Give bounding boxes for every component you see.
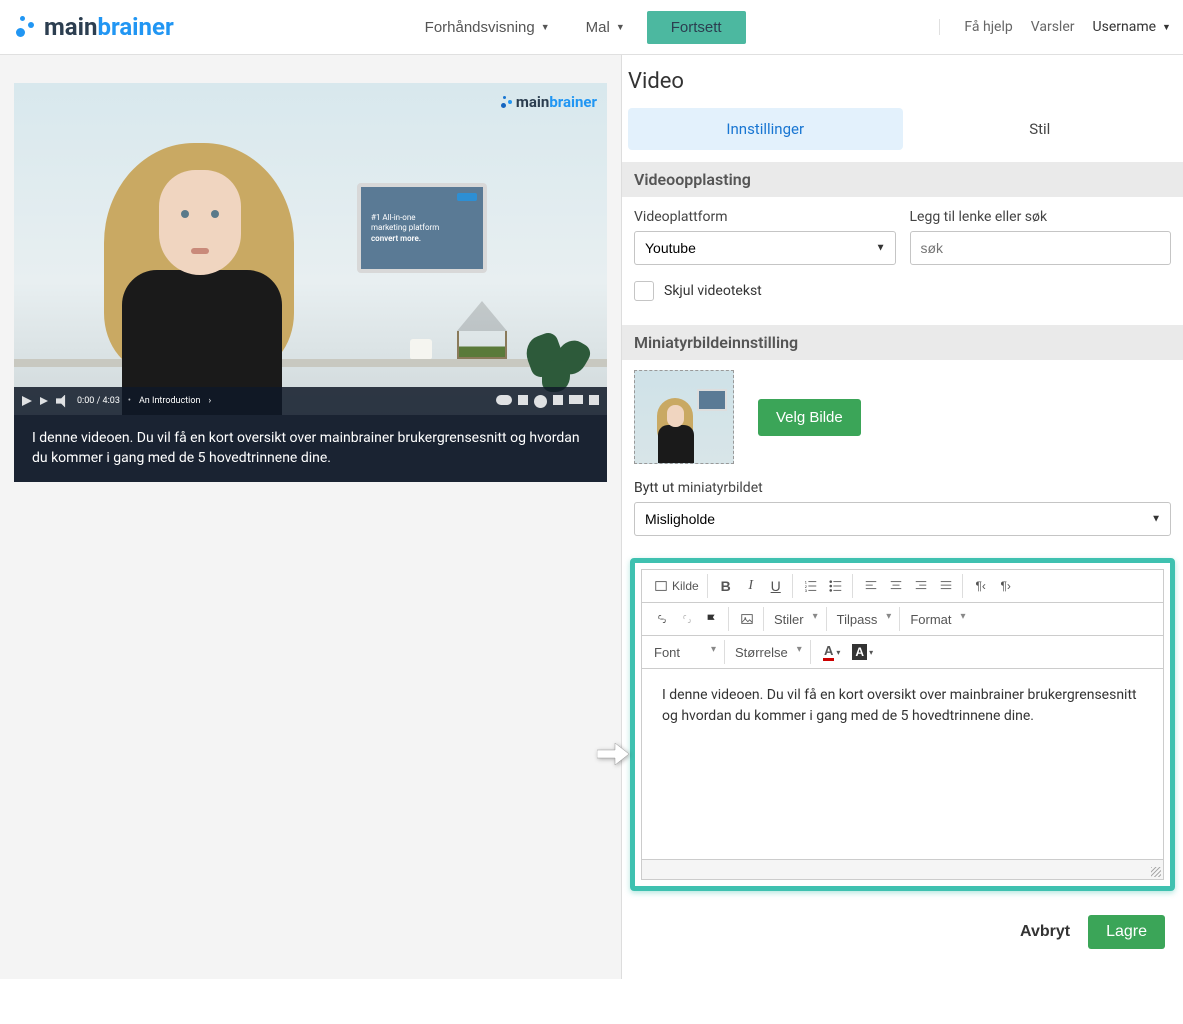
section-upload-header: Videoopplasting xyxy=(622,162,1183,197)
alerts-link[interactable]: Varsler xyxy=(1031,19,1075,35)
rtl-icon[interactable]: ¶› xyxy=(994,574,1018,598)
styles-select[interactable]: Stiler xyxy=(770,607,822,631)
arrow-right-icon xyxy=(597,743,629,769)
monitor-graphic: #1 All-in-onemarketing platformconvert m… xyxy=(357,183,487,273)
theater-icon[interactable] xyxy=(569,395,583,404)
font-select[interactable]: Font xyxy=(650,640,720,664)
ltr-icon[interactable]: ¶‹ xyxy=(969,574,993,598)
action-row: Avbryt Lagre xyxy=(622,901,1183,979)
logo-dots-icon xyxy=(12,14,38,40)
continue-button[interactable]: Fortsett xyxy=(647,11,746,44)
preview-dropdown[interactable]: Forhåndsvisning▼ xyxy=(411,11,564,44)
platform-select[interactable]: Youtube xyxy=(634,231,896,265)
flag-icon[interactable] xyxy=(700,607,724,631)
panel-tabs: Innstillinger Stil xyxy=(622,108,1183,150)
cc-icon[interactable] xyxy=(518,395,528,405)
editor-toolbar-row1: Kilde B I U 123 xyxy=(642,570,1163,603)
video-time: 0:00 / 4:03 xyxy=(77,396,120,406)
replace-thumb-label: Bytt ut miniatyrbildet xyxy=(634,480,1171,496)
volume-icon[interactable] xyxy=(56,395,69,408)
logo: mainbrainer xyxy=(12,13,174,41)
editor-toolbar-row2: Stiler Tilpass Format xyxy=(642,603,1163,636)
replace-thumb-select[interactable]: Misligholde xyxy=(634,502,1171,536)
template-dropdown[interactable]: Mal▼ xyxy=(572,11,639,44)
choose-image-button[interactable]: Velg Bilde xyxy=(758,399,861,436)
text-color-icon[interactable]: A▾ xyxy=(817,640,847,664)
svg-text:3: 3 xyxy=(805,589,807,593)
video-controls: 0:00 / 4:03 • An Introduction › xyxy=(14,387,607,415)
editor-content[interactable]: I denne videoen. Du vil få en kort overs… xyxy=(642,669,1163,859)
chevron-down-icon: ▼ xyxy=(541,22,550,32)
fullscreen-icon[interactable] xyxy=(589,395,599,405)
save-button[interactable]: Lagre xyxy=(1088,915,1165,949)
bullet-list-icon[interactable] xyxy=(824,574,848,598)
nav-right: Få hjelp Varsler Username▼ xyxy=(939,19,1171,35)
video-thumbnail: mainbrainer #1 All-in-onemarketing platf… xyxy=(14,83,607,415)
next-icon[interactable] xyxy=(40,397,48,405)
hide-text-checkbox[interactable] xyxy=(634,281,654,301)
rich-text-editor: Kilde B I U 123 xyxy=(641,569,1164,880)
fit-select[interactable]: Tilpass xyxy=(833,607,896,631)
text-editor-highlight: Kilde B I U 123 xyxy=(630,558,1175,891)
video-caption: I denne videoen. Du vil få en kort overs… xyxy=(14,415,607,482)
section-thumb-header: Miniatyrbildeinnstilling xyxy=(622,325,1183,360)
resize-grip-icon[interactable] xyxy=(1151,867,1161,877)
tab-settings[interactable]: Innstillinger xyxy=(628,108,903,150)
editor-toolbar-row3: Font Størrelse A▾ A▾ xyxy=(642,636,1163,669)
platform-label: Videoplattform xyxy=(634,209,896,225)
video-widget[interactable]: mainbrainer #1 All-in-onemarketing platf… xyxy=(14,83,607,482)
unlink-icon[interactable] xyxy=(675,607,699,631)
video-title: An Introduction xyxy=(139,396,201,406)
size-select[interactable]: Størrelse xyxy=(731,640,806,664)
format-select[interactable]: Format xyxy=(906,607,969,631)
align-left-icon[interactable] xyxy=(859,574,883,598)
link-search-input[interactable] xyxy=(910,231,1172,265)
autoplay-icon[interactable] xyxy=(496,395,512,405)
settings-icon[interactable] xyxy=(534,395,547,408)
cancel-button[interactable]: Avbryt xyxy=(1020,923,1070,941)
link-label: Legg til lenke eller søk xyxy=(910,209,1172,225)
top-bar: mainbrainer Forhåndsvisning▼ Mal▼ Fortse… xyxy=(0,0,1183,55)
hide-text-label: Skjul videotekst xyxy=(664,283,762,299)
thumbnail-preview xyxy=(634,370,734,464)
help-link[interactable]: Få hjelp xyxy=(964,19,1012,35)
svg-text:2: 2 xyxy=(805,585,807,589)
miniplayer-icon[interactable] xyxy=(553,395,563,405)
align-justify-icon[interactable] xyxy=(934,574,958,598)
image-icon[interactable] xyxy=(735,607,759,631)
bg-color-icon[interactable]: A▾ xyxy=(848,640,878,664)
numbered-list-icon[interactable]: 123 xyxy=(799,574,823,598)
logo-text-main: main xyxy=(44,13,97,41)
bold-icon[interactable]: B xyxy=(714,574,738,598)
panel-title: Video xyxy=(622,55,1183,108)
play-icon[interactable] xyxy=(22,396,32,406)
logo-text-accent: brainer xyxy=(97,13,173,41)
person-graphic xyxy=(64,125,334,415)
editor-footer xyxy=(642,859,1163,879)
italic-icon[interactable]: I xyxy=(739,574,763,598)
video-watermark: mainbrainer xyxy=(499,93,597,111)
underline-icon[interactable]: U xyxy=(764,574,788,598)
svg-text:1: 1 xyxy=(805,580,807,584)
align-center-icon[interactable] xyxy=(884,574,908,598)
nav-center: Forhåndsvisning▼ Mal▼ Fortsett xyxy=(271,11,746,44)
settings-panel: Video Innstillinger Stil Videoopplasting… xyxy=(622,55,1183,979)
tab-style[interactable]: Stil xyxy=(903,108,1178,150)
workspace: mainbrainer #1 All-in-onemarketing platf… xyxy=(0,55,1183,979)
align-right-icon[interactable] xyxy=(909,574,933,598)
user-menu[interactable]: Username▼ xyxy=(1093,19,1171,35)
chevron-down-icon: ▼ xyxy=(1162,22,1171,33)
chevron-down-icon: ▼ xyxy=(616,22,625,32)
link-icon[interactable] xyxy=(650,607,674,631)
source-button[interactable]: Kilde xyxy=(650,574,703,598)
canvas-area: mainbrainer #1 All-in-onemarketing platf… xyxy=(0,55,622,979)
